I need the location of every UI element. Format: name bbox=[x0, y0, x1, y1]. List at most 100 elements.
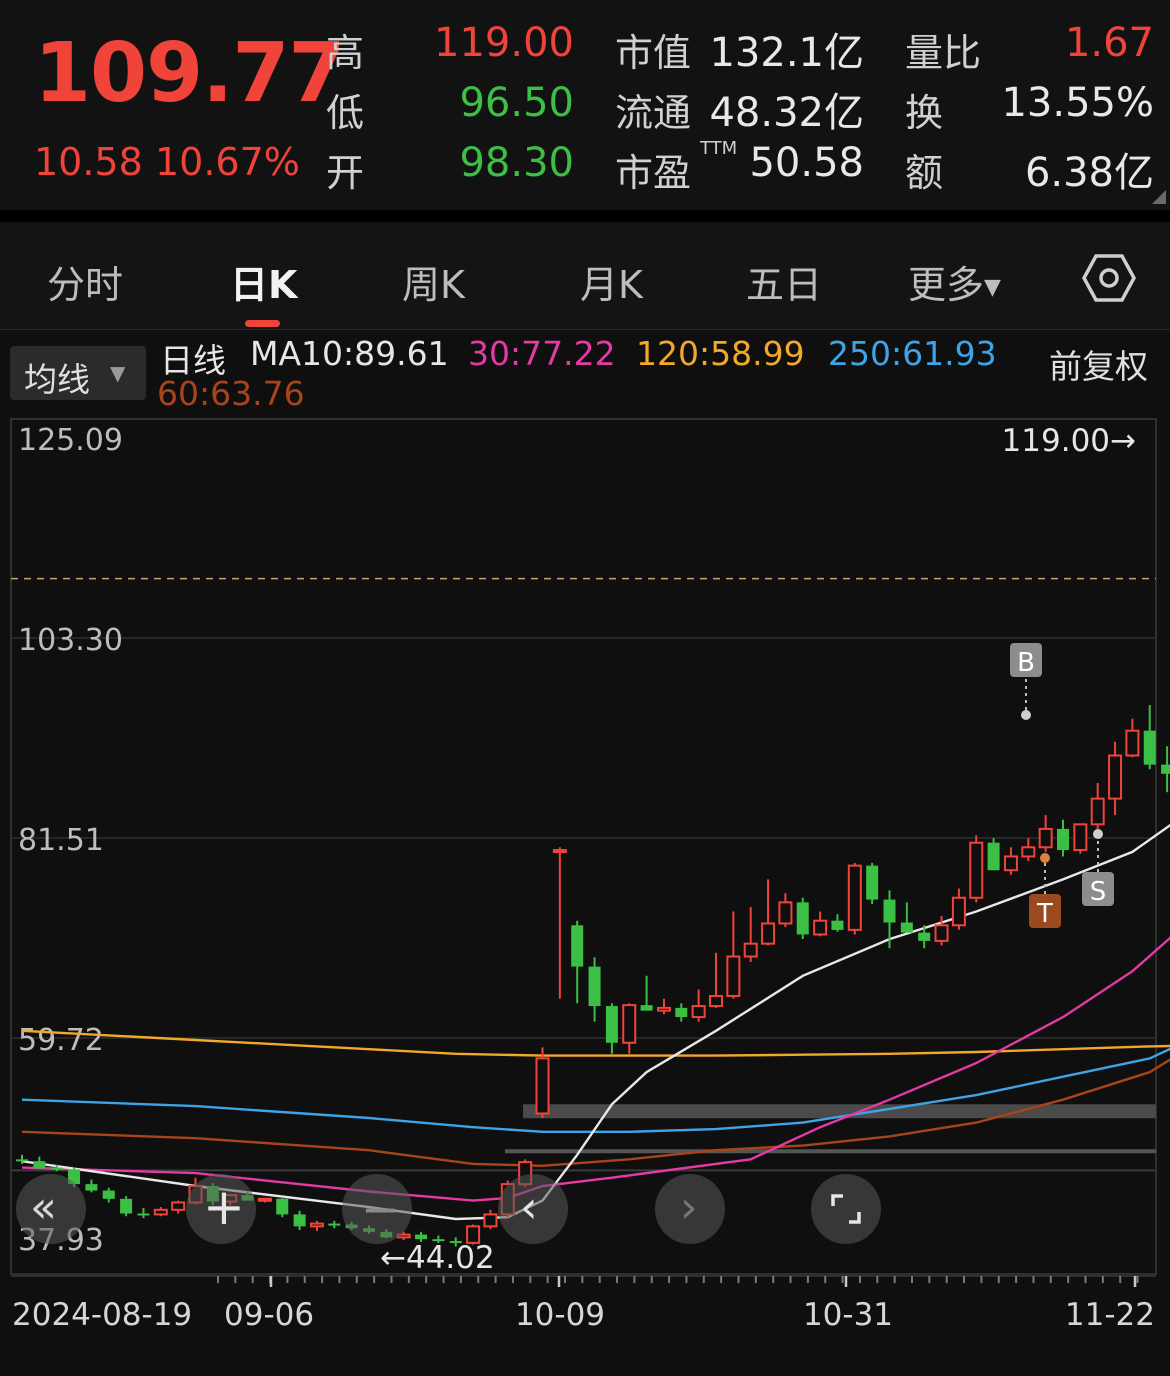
high-price-marker: 119.00→ bbox=[1002, 423, 1136, 459]
candle-body bbox=[918, 932, 931, 941]
candle-body bbox=[1161, 764, 1170, 774]
candle-body bbox=[293, 1214, 306, 1227]
candle-body bbox=[900, 922, 913, 933]
indicator-selector[interactable]: 均线 ▼ bbox=[10, 346, 146, 400]
indicator-selector-label: 均线 bbox=[24, 360, 90, 399]
active-tab-indicator bbox=[245, 320, 280, 327]
volume-ratio-value: 1.67 bbox=[1064, 20, 1154, 66]
y-tick-label: 125.09 bbox=[18, 423, 123, 458]
candle-body bbox=[726, 955, 741, 997]
candle-body bbox=[951, 896, 966, 927]
candle-body bbox=[987, 842, 1000, 871]
candle-body bbox=[675, 1007, 688, 1018]
candle-body bbox=[1125, 729, 1140, 757]
candle-body bbox=[831, 920, 844, 930]
candle-body bbox=[137, 1213, 150, 1216]
ma10-value: MA10:89.61 bbox=[250, 334, 449, 373]
candle-body bbox=[257, 1197, 272, 1202]
candle-body bbox=[605, 1006, 618, 1043]
expand-corner-icon[interactable] bbox=[1152, 190, 1166, 204]
candle-body bbox=[691, 1005, 706, 1019]
ma120-value: 120:58.99 bbox=[636, 334, 805, 373]
double-chevron-left-icon: « bbox=[30, 1182, 57, 1233]
chevron-left-icon: ‹ bbox=[520, 1182, 538, 1233]
tab-daily-k[interactable]: 日K bbox=[230, 254, 297, 309]
x-tick-label: 09-06 bbox=[224, 1297, 314, 1333]
adjust-mode-button[interactable]: 前复权 bbox=[1049, 340, 1148, 388]
candle-body bbox=[328, 1223, 341, 1226]
trend-marker-dot bbox=[1040, 853, 1050, 863]
x-tick-label: 2024-08-19 bbox=[12, 1297, 192, 1333]
x-tick-label: 10-31 bbox=[803, 1297, 893, 1333]
candle-body bbox=[709, 994, 723, 1008]
candle-body bbox=[571, 925, 584, 967]
ma250-value: 250:61.93 bbox=[828, 334, 997, 373]
candle-body bbox=[120, 1198, 133, 1214]
candle-body bbox=[483, 1213, 498, 1228]
candle-body bbox=[656, 1006, 671, 1012]
buy-marker-label: B bbox=[1017, 648, 1035, 678]
candle-body bbox=[969, 841, 984, 899]
selector-caret-icon: ▼ bbox=[110, 361, 126, 385]
candle-body bbox=[50, 1167, 63, 1170]
market-cap-label: 市值 bbox=[615, 31, 692, 75]
trend-marker-label: T bbox=[1036, 899, 1053, 929]
price-change-percent: 10.67% bbox=[155, 140, 300, 184]
open-label: 开 bbox=[326, 151, 365, 195]
candle-body bbox=[415, 1234, 428, 1240]
scroll-right-button[interactable]: › bbox=[655, 1174, 725, 1244]
candle-body bbox=[16, 1159, 28, 1162]
rewind-button[interactable]: « bbox=[16, 1174, 86, 1244]
price-zone-bar bbox=[505, 1149, 1156, 1154]
candle-body bbox=[552, 849, 567, 854]
candle-body bbox=[778, 901, 793, 925]
tab-intraday[interactable]: 分时 bbox=[47, 254, 123, 309]
candle-body bbox=[1057, 828, 1069, 851]
tab-more-label: 更多 bbox=[908, 263, 985, 307]
divider bbox=[0, 210, 1170, 222]
buy-marker-dot bbox=[1021, 710, 1031, 720]
high-value: 119.00 bbox=[434, 20, 574, 66]
tab-more[interactable]: 更多▼ bbox=[908, 254, 1001, 309]
scroll-left-button[interactable]: ‹ bbox=[498, 1174, 568, 1244]
candle-body bbox=[743, 942, 758, 958]
candle-body bbox=[934, 924, 949, 942]
candle-body bbox=[171, 1201, 186, 1211]
turnover-value: 13.55% bbox=[1001, 80, 1154, 126]
candle-body bbox=[535, 1057, 550, 1115]
plus-icon: + bbox=[203, 1178, 245, 1236]
candle-body bbox=[1090, 797, 1105, 826]
zoom-in-button[interactable]: + bbox=[186, 1174, 256, 1244]
y-tick-label: 81.51 bbox=[18, 823, 104, 858]
sell-marker-dot bbox=[1093, 829, 1103, 839]
pe-ttm-sup: TTM bbox=[700, 138, 738, 159]
candle-body bbox=[85, 1184, 98, 1191]
candle-body bbox=[847, 864, 862, 931]
candle-body bbox=[622, 1004, 637, 1044]
settings-hexagon-icon[interactable] bbox=[1082, 254, 1136, 302]
chevron-right-icon: › bbox=[680, 1182, 698, 1233]
candle-body bbox=[276, 1198, 289, 1215]
sell-marker-label: S bbox=[1090, 877, 1107, 907]
candle-body bbox=[153, 1208, 168, 1216]
candlestick-chart[interactable]: 125.09103.3081.5159.7237.93 119.00→←44.0… bbox=[0, 400, 1170, 1376]
x-tick-label: 10-09 bbox=[515, 1297, 605, 1333]
candle-body bbox=[102, 1190, 115, 1199]
open-value: 98.30 bbox=[459, 140, 574, 186]
candle-body bbox=[309, 1222, 324, 1228]
candle-body bbox=[1108, 754, 1123, 800]
period-tabs: 分时 日K 周K 月K 五日 更多▼ bbox=[0, 222, 1170, 330]
candle-body bbox=[866, 865, 879, 900]
minus-icon: − bbox=[361, 1182, 400, 1236]
float-cap-label: 流通 bbox=[615, 91, 692, 135]
fullscreen-button[interactable] bbox=[811, 1174, 881, 1244]
tab-weekly-k[interactable]: 周K bbox=[402, 254, 465, 309]
tab-five-day[interactable]: 五日 bbox=[746, 254, 822, 309]
low-price-marker: ←44.02 bbox=[380, 1240, 495, 1276]
candle-body bbox=[1073, 823, 1088, 852]
x-tick-label: 11-22 bbox=[1065, 1297, 1155, 1333]
low-value: 96.50 bbox=[459, 80, 574, 126]
zoom-out-button[interactable]: − bbox=[342, 1174, 412, 1244]
tab-monthly-k[interactable]: 月K bbox=[580, 254, 643, 309]
amount-label: 额 bbox=[905, 151, 944, 195]
